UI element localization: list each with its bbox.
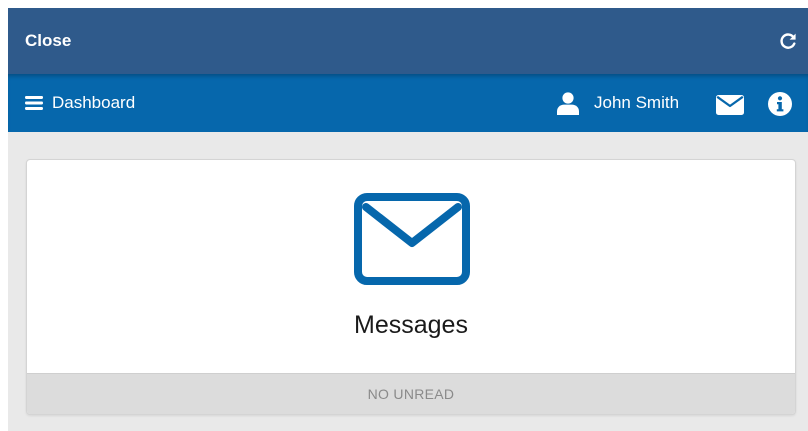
user-icon: [557, 92, 579, 115]
user-name: John Smith: [594, 93, 680, 112]
dashboard-label: Dashboard: [52, 93, 136, 112]
messages-title: Messages: [354, 311, 468, 339]
app-frame: Close Dashboard John Smith Messages NO U…: [8, 8, 808, 431]
nav-bar: Dashboard John Smith: [8, 74, 808, 132]
close-button[interactable]: Close: [25, 31, 71, 51]
hamburger-icon: [25, 96, 43, 110]
info-icon[interactable]: [768, 92, 792, 116]
refresh-icon[interactable]: [778, 31, 798, 51]
envelope-outline-icon: [354, 193, 470, 285]
envelope-icon[interactable]: [716, 95, 744, 115]
unread-status: NO UNREAD: [27, 373, 795, 414]
user-menu[interactable]: John Smith: [556, 89, 679, 117]
dashboard-menu-button[interactable]: Dashboard: [25, 92, 135, 114]
messages-card[interactable]: Messages NO UNREAD: [26, 159, 796, 415]
top-bar: Close: [8, 8, 808, 74]
